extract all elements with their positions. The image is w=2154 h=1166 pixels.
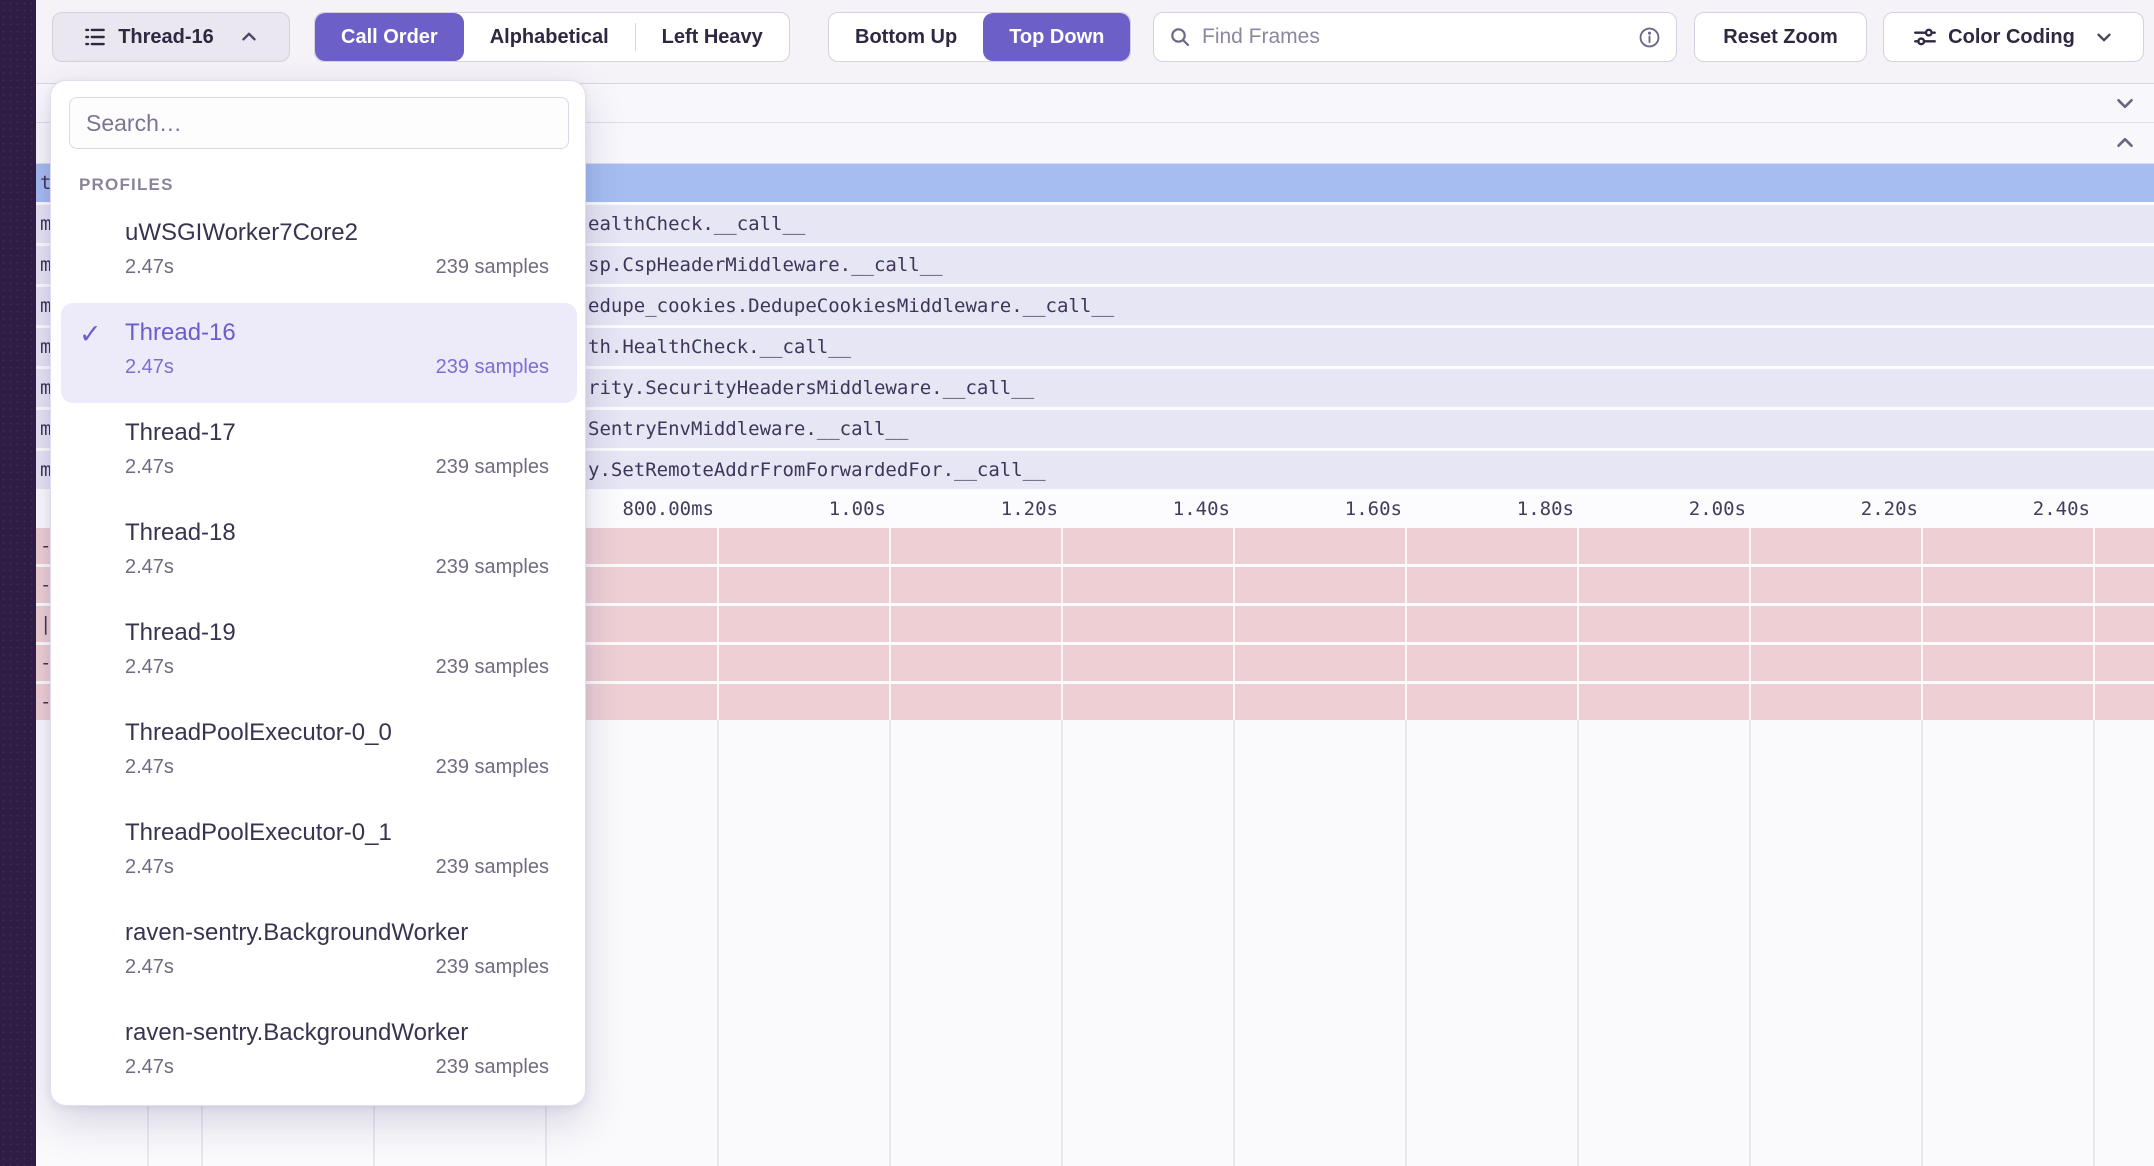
color-coding-button[interactable]: Color Coding <box>1883 12 2144 62</box>
reset-zoom-button[interactable]: Reset Zoom <box>1694 12 1867 62</box>
sliders-icon <box>1912 24 1938 50</box>
profile-item-threadpoolexecutor-0-1[interactable]: ✓ThreadPoolExecutor-0_12.47s239 samples <box>61 803 577 903</box>
chevron-down-icon <box>2093 26 2115 48</box>
thread-dropdown-panel: PROFILES ✓ uWSGIWorker7Core2 2.47s 239 samp… <box>50 80 586 1106</box>
axis-tick-label: 1.20s <box>1001 498 1058 520</box>
profile-name: Thread-16 <box>125 319 559 348</box>
profiles-list: ✓uWSGIWorker7Core22.47s239 samples✓Threa… <box>51 203 586 1103</box>
profile-name: Thread-18 <box>125 519 559 548</box>
profile-item-uwsgiworker7core2[interactable]: ✓uWSGIWorker7Core22.47s239 samples <box>61 203 577 303</box>
flame-frame-label: SentryEnvMiddleware.__call__ <box>588 418 908 440</box>
profile-duration: 2.47s <box>125 856 174 879</box>
flame-frame-label: edupe_cookies.DedupeCookiesMiddleware.__… <box>588 295 1114 317</box>
profile-duration: 2.47s <box>125 756 174 779</box>
sort-segmented-control: Call OrderAlphabeticalLeft Heavy <box>314 12 790 62</box>
toolbar: Thread-16 Call OrderAlphabeticalLeft Hea… <box>0 0 2154 83</box>
profile-item-raven-sentry-backgroundworker[interactable]: ✓raven-sentry.BackgroundWorker2.47s239 s… <box>61 1003 577 1103</box>
profile-item-thread-18[interactable]: ✓Thread-182.47s239 samples <box>61 503 577 603</box>
sort-segment-call-order[interactable]: Call Order <box>315 13 464 61</box>
profile-item-thread-17[interactable]: ✓Thread-172.47s239 samples <box>61 403 577 503</box>
color-coding-label: Color Coding <box>1948 26 2075 49</box>
profile-sample-count: 239 samples <box>436 956 549 979</box>
axis-tick-label: 1.00s <box>829 498 886 520</box>
profile-sample-count: 239 samples <box>436 256 549 279</box>
flame-frame-label: sp.CspHeaderMiddleware.__call__ <box>588 254 943 276</box>
sort-segment-left-heavy[interactable]: Left Heavy <box>636 13 789 61</box>
profile-duration: 2.47s <box>125 1056 174 1079</box>
direction-segment-top-down[interactable]: Top Down <box>983 13 1130 61</box>
flame-frame-label: y.SetRemoteAddrFromForwardedFor.__call__ <box>588 459 1046 481</box>
chevron-down-icon[interactable] <box>2112 90 2138 116</box>
profile-name: Thread-17 <box>125 419 559 448</box>
checkmark-icon: ✓ <box>79 319 115 350</box>
flame-frame-label: th.HealthCheck.__call__ <box>588 336 851 358</box>
find-frames-field[interactable] <box>1153 12 1677 62</box>
search-icon <box>1168 25 1192 49</box>
profile-sample-count: 239 samples <box>436 856 549 879</box>
axis-tick-label: 2.20s <box>1861 498 1918 520</box>
profile-name: Thread-19 <box>125 619 559 648</box>
flame-frame-label: rity.SecurityHeadersMiddleware.__call__ <box>588 377 1034 399</box>
profile-duration: 2.47s <box>125 356 174 379</box>
profile-duration: 2.47s <box>125 556 174 579</box>
profile-sample-count: 239 samples <box>436 556 549 579</box>
app-sidebar <box>0 0 36 1166</box>
direction-segmented-control: Bottom UpTop Down <box>828 12 1131 62</box>
axis-tick-label: 1.60s <box>1345 498 1402 520</box>
profile-item-thread-16[interactable]: ✓ Thread-16 2.47s 239 samples <box>61 303 577 403</box>
profile-duration: 2.47s <box>125 456 174 479</box>
profile-item-raven-sentry-backgroundworker[interactable]: ✓raven-sentry.BackgroundWorker2.47s239 s… <box>61 903 577 1003</box>
find-frames-input[interactable] <box>1202 25 1627 49</box>
profile-item-thread-19[interactable]: ✓Thread-192.47s239 samples <box>61 603 577 703</box>
profile-name: uWSGIWorker7Core2 <box>125 219 559 248</box>
profile-sample-count: 239 samples <box>436 1056 549 1079</box>
flame-frame-label: ealthCheck.__call__ <box>588 213 805 235</box>
sort-segment-alphabetical[interactable]: Alphabetical <box>464 13 635 61</box>
profile-name: raven-sentry.BackgroundWorker <box>125 1019 559 1048</box>
profiles-section-heading: PROFILES <box>79 175 174 195</box>
axis-tick-label: 1.40s <box>1173 498 1230 520</box>
axis-tick-label: 800.00ms <box>622 498 714 520</box>
direction-segment-bottom-up[interactable]: Bottom Up <box>829 13 983 61</box>
list-icon <box>82 24 108 50</box>
profile-sample-count: 239 samples <box>436 356 549 379</box>
profile-sample-count: 239 samples <box>436 456 549 479</box>
profile-sample-count: 239 samples <box>436 656 549 679</box>
axis-tick-label: 2.40s <box>2033 498 2090 520</box>
profile-duration: 2.47s <box>125 656 174 679</box>
chevron-up-icon[interactable] <box>2112 130 2138 156</box>
info-icon[interactable] <box>1637 25 1662 50</box>
profile-name: raven-sentry.BackgroundWorker <box>125 919 559 948</box>
profile-duration: 2.47s <box>125 956 174 979</box>
chevron-up-icon <box>238 26 260 48</box>
axis-tick-label: 1.80s <box>1517 498 1574 520</box>
profile-name: ThreadPoolExecutor-0_1 <box>125 819 559 848</box>
profile-duration: 2.47s <box>125 256 174 279</box>
reset-zoom-label: Reset Zoom <box>1723 26 1837 49</box>
thread-selector-button[interactable]: Thread-16 <box>52 12 290 62</box>
profile-name: ThreadPoolExecutor-0_0 <box>125 719 559 748</box>
axis-tick-label: 2.00s <box>1689 498 1746 520</box>
dropdown-search-input[interactable] <box>69 97 569 149</box>
profile-sample-count: 239 samples <box>436 756 549 779</box>
thread-selector-label: Thread-16 <box>118 26 214 49</box>
profile-item-threadpoolexecutor-0-0[interactable]: ✓ThreadPoolExecutor-0_02.47s239 samples <box>61 703 577 803</box>
